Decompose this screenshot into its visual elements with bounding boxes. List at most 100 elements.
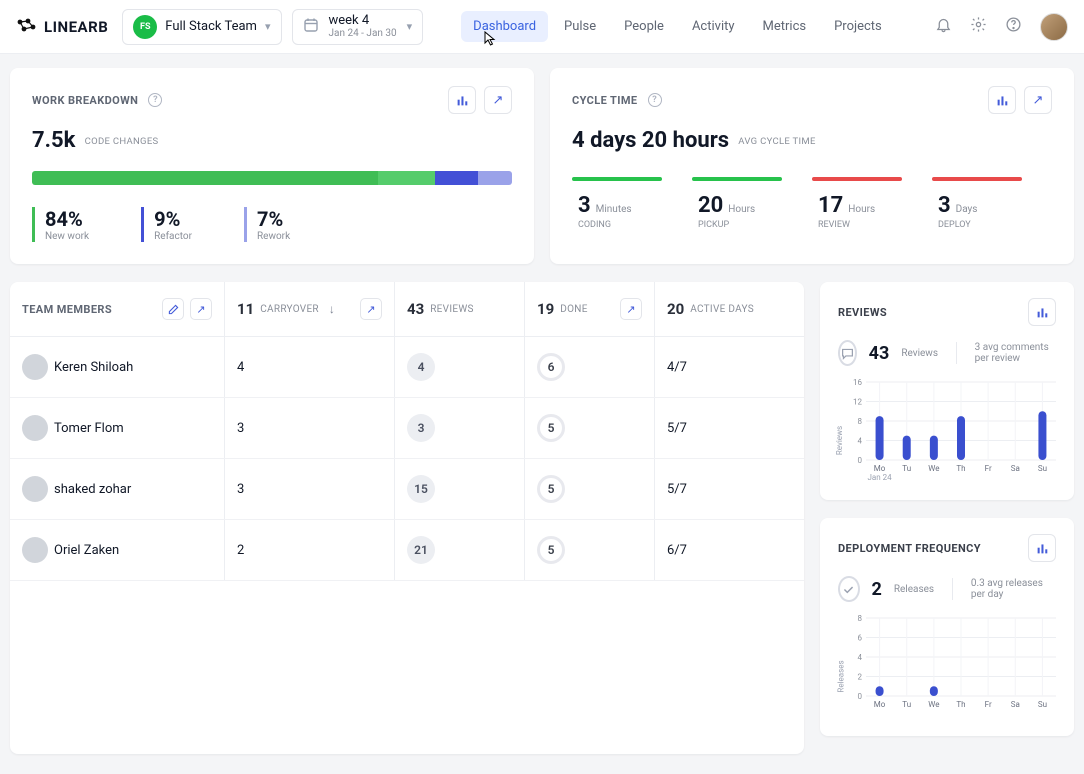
- nav-pulse[interactable]: Pulse: [552, 11, 608, 42]
- done-label: DONE: [560, 304, 587, 315]
- team-badge: FS: [133, 15, 157, 39]
- breakdown-stat: 9%Refactor: [141, 207, 192, 242]
- member-avatar: [22, 476, 48, 502]
- carryover-label: CARRYOVER: [260, 304, 319, 315]
- member-avatar: [22, 537, 48, 563]
- cell-reviews: 15: [407, 475, 435, 503]
- cycle-time-value: 4 days 20 hours: [572, 128, 729, 153]
- cell-done: 6: [537, 353, 565, 381]
- table-row[interactable]: Keren Shiloah4464/7: [10, 337, 804, 398]
- column-done[interactable]: 19 DONE ↗: [525, 282, 655, 336]
- table-row[interactable]: Tomer Flom 3 3 5 5/7: [10, 398, 804, 459]
- cycle-time-card: CYCLE TIME ? ↗ 4 days 20 hours AVG CYCLE…: [550, 68, 1074, 264]
- deployment-chart-svg: 02468MoTuWeThFrSaSu: [848, 614, 1058, 718]
- svg-text:4: 4: [858, 437, 863, 446]
- segment-unit: Hours: [728, 204, 755, 215]
- cycle-time-title: CYCLE TIME: [572, 94, 638, 107]
- bell-icon[interactable]: [935, 16, 952, 37]
- releases-total-label: Releases: [894, 584, 934, 595]
- expand-icon-button[interactable]: ↗: [620, 298, 642, 320]
- chart-icon-button[interactable]: [1028, 534, 1056, 562]
- expand-icon-button[interactable]: ↗: [1024, 86, 1052, 114]
- column-active-days[interactable]: 20 ACTIVE DAYS: [655, 282, 804, 336]
- chart-icon-button[interactable]: [1028, 298, 1056, 326]
- main-nav: DashboardPulsePeopleActivityMetricsProje…: [461, 11, 894, 42]
- help-icon[interactable]: [1005, 16, 1022, 37]
- nav-activity[interactable]: Activity: [680, 11, 747, 42]
- deployment-chart: Releases 02468MoTuWeThFrSaSu: [820, 610, 1074, 736]
- svg-text:8: 8: [858, 614, 863, 623]
- cell-carryover: 3: [237, 482, 244, 497]
- cell-carryover: 3: [237, 421, 244, 436]
- segment-label: CODING: [578, 220, 692, 230]
- gear-icon[interactable]: [970, 16, 987, 37]
- table-row[interactable]: Oriel Zaken22156/7: [10, 520, 804, 581]
- svg-text:Jan 24: Jan 24: [867, 473, 892, 482]
- deployment-card: DEPLOYMENT FREQUENCY 2 Releases 0.3 avg …: [820, 518, 1074, 736]
- cycle-time-segments: 3MinutesCODING20HoursPICKUP17HoursREVIEW…: [572, 177, 1052, 230]
- calendar-icon: [303, 17, 319, 37]
- cycle-time-label: AVG CYCLE TIME: [738, 136, 815, 147]
- edit-icon-button[interactable]: [162, 298, 184, 320]
- member-name: Keren Shiloah: [54, 360, 133, 375]
- reviews-count: 43: [407, 300, 424, 318]
- reviews-chart: Reviews 0481216MoJan 24TuWeThFrSaSu: [820, 374, 1074, 500]
- done-count: 19: [537, 300, 554, 318]
- help-icon[interactable]: ?: [648, 93, 662, 107]
- member-name: Tomer Flom: [54, 421, 124, 436]
- work-breakdown-title: WORK BREAKDOWN: [32, 94, 138, 107]
- cell-reviews: 3: [407, 414, 435, 442]
- reviews-chart-ylabel: Reviews: [835, 426, 844, 455]
- deployment-title: DEPLOYMENT FREQUENCY: [838, 542, 981, 555]
- segment-unit: Days: [956, 204, 978, 215]
- chart-icon-button[interactable]: [988, 86, 1016, 114]
- help-icon[interactable]: ?: [148, 93, 162, 107]
- cell-carryover: 2: [237, 543, 244, 558]
- member-avatar: [22, 354, 48, 380]
- reviews-label: REVIEWS: [430, 304, 474, 315]
- cell-reviews: 21: [407, 536, 435, 564]
- chart-icon-button[interactable]: [448, 86, 476, 114]
- nav-dashboard[interactable]: Dashboard: [461, 11, 548, 42]
- check-icon: [838, 576, 860, 602]
- svg-text:0: 0: [858, 692, 863, 701]
- team-table-body: Keren Shiloah4464/7Tomer Flom3355/7shake…: [10, 337, 804, 581]
- svg-text:12: 12: [853, 398, 862, 407]
- column-reviews[interactable]: 43 REVIEWS: [395, 282, 525, 336]
- cell-done: 5: [537, 536, 565, 564]
- expand-icon-button[interactable]: ↗: [484, 86, 512, 114]
- segment-label: REVIEW: [818, 220, 932, 230]
- stat-percent: 84%: [45, 207, 89, 231]
- expand-icon-button[interactable]: ↗: [190, 298, 212, 320]
- user-avatar[interactable]: [1040, 13, 1068, 41]
- nav-metrics[interactable]: Metrics: [751, 11, 819, 42]
- svg-text:Th: Th: [956, 700, 965, 709]
- segment-unit: Minutes: [596, 204, 632, 215]
- segment-label: PICKUP: [698, 220, 812, 230]
- column-carryover[interactable]: 11 CARRYOVER ↓ ↗: [225, 282, 395, 336]
- svg-text:Mo: Mo: [874, 700, 886, 709]
- team-selector[interactable]: FS Full Stack Team ▾: [122, 9, 281, 45]
- reviews-title: REVIEWS: [838, 306, 887, 319]
- cell-active-days: 5/7: [667, 421, 687, 436]
- chevron-down-icon: ▾: [265, 20, 271, 33]
- reviews-chart-svg: 0481216MoJan 24TuWeThFrSaSu: [848, 378, 1058, 482]
- date-range-selector[interactable]: week 4 Jan 24 - Jan 30 ▾: [292, 9, 424, 45]
- cell-active-days: 6/7: [667, 543, 687, 558]
- expand-icon-button[interactable]: ↗: [360, 298, 382, 320]
- nav-projects[interactable]: Projects: [822, 11, 894, 42]
- svg-text:Mo: Mo: [874, 464, 886, 473]
- stat-percent: 9%: [154, 207, 192, 231]
- chevron-down-icon: ▾: [407, 20, 413, 33]
- work-breakdown-card: WORK BREAKDOWN ? ↗ 7.5k CODE CHANGES 84%…: [10, 68, 534, 264]
- breakdown-bar: [32, 171, 512, 185]
- topbar: LINEARB FS Full Stack Team ▾ week 4 Jan …: [0, 0, 1084, 54]
- cell-done: 5: [537, 414, 565, 442]
- segment-label: DEPLOY: [938, 220, 1052, 230]
- stat-label: Refactor: [154, 231, 192, 242]
- brand-text: LINEARB: [44, 18, 108, 36]
- svg-text:We: We: [928, 700, 939, 709]
- nav-people[interactable]: People: [612, 11, 676, 42]
- date-secondary: Jan 24 - Jan 30: [329, 28, 397, 39]
- table-row[interactable]: shaked zohar31555/7: [10, 459, 804, 520]
